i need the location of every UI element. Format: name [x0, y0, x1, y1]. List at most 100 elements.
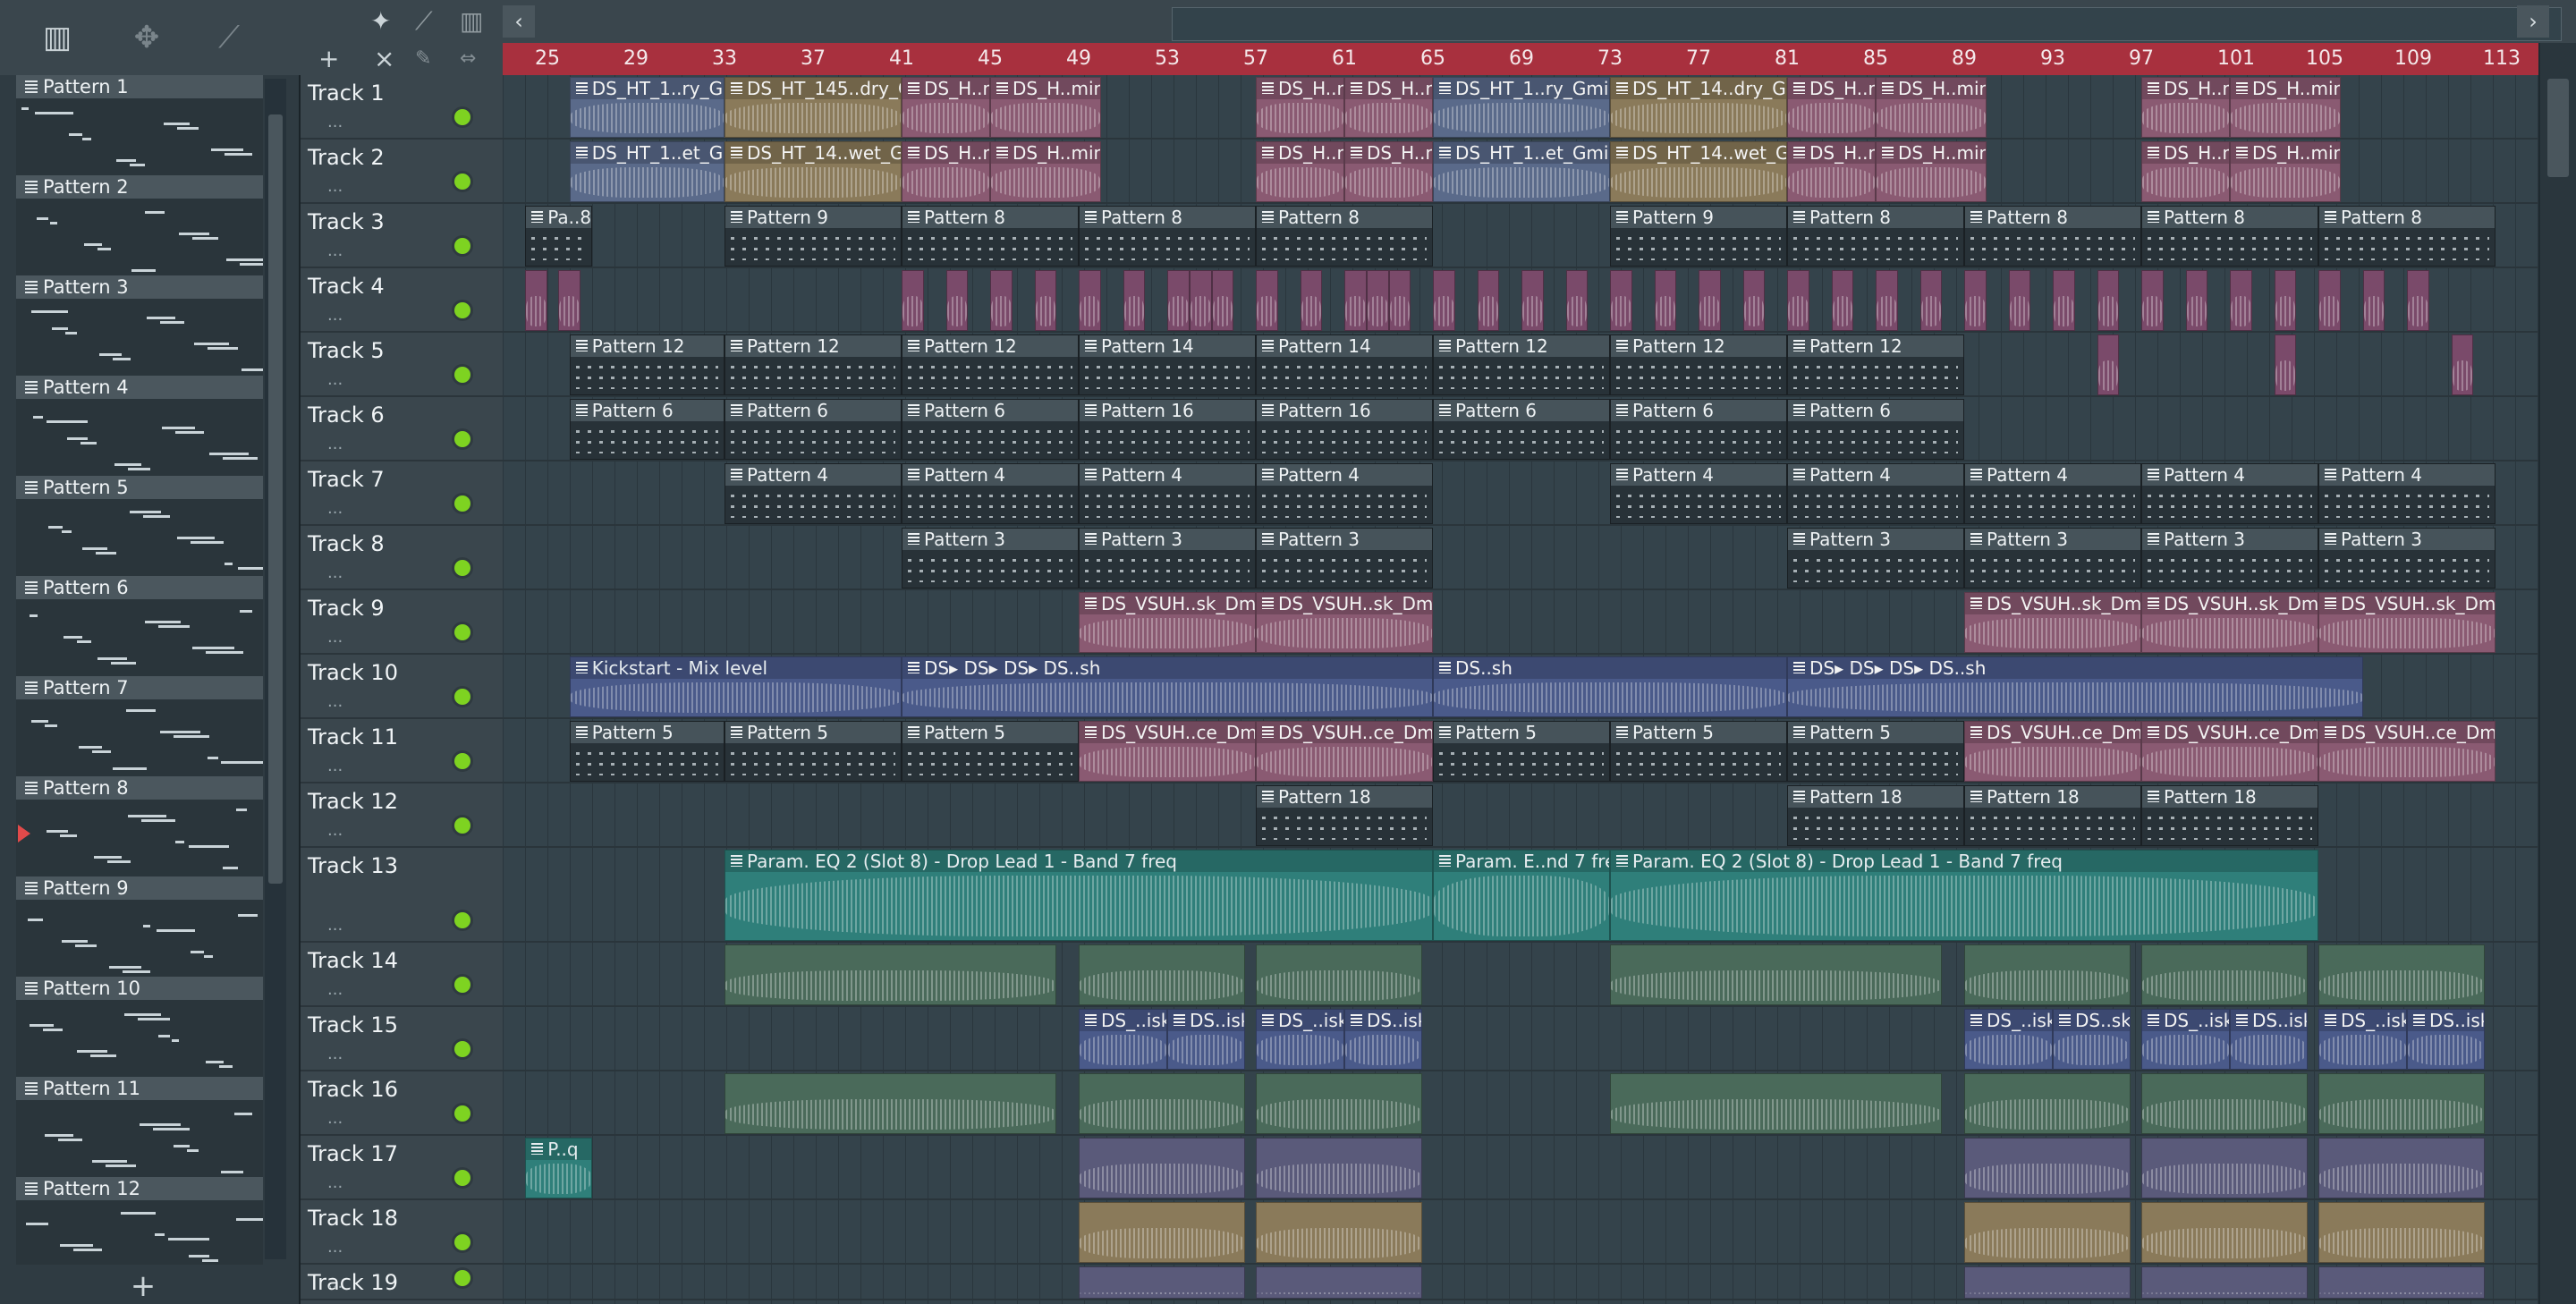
audio-clip[interactable]: DS_VSUH..ce_Dmin — [1079, 721, 1256, 782]
automation-clip[interactable] — [2318, 270, 2341, 331]
audio-clip[interactable]: DS_VSUH..ce_Dmin — [1964, 721, 2141, 782]
audio-clip[interactable] — [1964, 1138, 2131, 1198]
automation-clip[interactable] — [1699, 270, 1721, 331]
track-mute-led[interactable] — [454, 689, 470, 705]
slice-icon[interactable]: ⟋ — [415, 5, 433, 38]
automation-clip[interactable] — [2141, 270, 2164, 331]
audio-clip[interactable]: DS_HT_14..wet_Gm — [724, 141, 902, 202]
automation-clip[interactable] — [2274, 334, 2297, 395]
pattern-item[interactable]: Pattern 1 — [16, 75, 263, 175]
audio-clip[interactable] — [1610, 1073, 1943, 1134]
audio-clip[interactable]: DS_H..m — [1787, 141, 1876, 202]
automation-clip[interactable]: Param. E..nd 7 freq — [1433, 850, 1610, 941]
track-mute-led[interactable] — [454, 560, 470, 576]
automation-clip[interactable]: Param. EQ 2 (Slot 8) - Drop Lead 1 - Ban… — [1610, 850, 2318, 941]
pattern-item[interactable]: Pattern 3 — [16, 275, 263, 376]
automation-clip[interactable] — [1256, 270, 1278, 331]
audio-clip[interactable]: DS_VSUH..ce_Dmin — [2141, 721, 2318, 782]
track-mute-led[interactable] — [454, 238, 470, 254]
audio-clip[interactable]: DS_HT_1..ry_Gmin — [1433, 77, 1610, 138]
automation-clip[interactable] — [990, 270, 1013, 331]
audio-clip[interactable]: DS_VSUH..sk_Dmin — [2141, 592, 2318, 653]
audio-clip[interactable] — [2318, 1266, 2485, 1299]
audio-clip[interactable] — [724, 944, 1057, 1005]
scroll-right-button[interactable]: › — [2517, 5, 2549, 38]
audio-clip[interactable]: DS..sh — [1433, 656, 1787, 717]
audio-clip[interactable]: DS▸ DS▸ DS▸ DS..sh — [902, 656, 1433, 717]
audio-clip[interactable] — [2141, 944, 2308, 1005]
automation-clip[interactable] — [1610, 270, 1632, 331]
audio-clip[interactable]: DS_HT_145..dry_Gm — [724, 77, 902, 138]
pattern-item[interactable]: Pattern 12 — [16, 1177, 263, 1265]
pattern-clip[interactable]: Pattern 12 — [1610, 334, 1787, 395]
audio-clip[interactable]: DS..sk — [2053, 1009, 2131, 1070]
audio-clip[interactable]: DS_HT_14..wet_Gm — [1610, 141, 1787, 202]
piano-roll-icon[interactable]: ▥ — [460, 5, 483, 38]
pattern-clip[interactable]: Pattern 4 — [724, 463, 902, 524]
pattern-clip[interactable]: Pattern 4 — [2141, 463, 2318, 524]
pattern-clip[interactable]: Pattern 4 — [1787, 463, 1964, 524]
automation-clip[interactable] — [902, 270, 924, 331]
playlist-overview[interactable] — [1172, 7, 2562, 41]
audio-clip[interactable]: DS_VSUH..ce_Dmin — [1256, 721, 1433, 782]
pattern-clip[interactable]: Pattern 4 — [1256, 463, 1433, 524]
audio-clip[interactable] — [2141, 1073, 2308, 1134]
pattern-clip[interactable]: Pattern 3 — [1256, 528, 1433, 588]
automation-clip[interactable] — [1344, 270, 1367, 331]
pattern-clip[interactable]: Pattern 8 — [1079, 206, 1256, 267]
pattern-clip[interactable]: Pattern 6 — [1610, 399, 1787, 460]
automation-clip[interactable] — [558, 270, 581, 331]
automation-clip[interactable] — [1300, 270, 1323, 331]
automation-clip[interactable] — [1433, 270, 1455, 331]
automation-clip[interactable]: Param. EQ 2 (Slot 8) - Drop Lead 1 - Ban… — [724, 850, 1433, 941]
pattern-clip[interactable]: Pattern 8 — [1787, 206, 1964, 267]
audio-clip[interactable] — [2318, 944, 2485, 1005]
track-mute-led[interactable] — [454, 1105, 470, 1122]
pattern-clip[interactable]: Pattern 18 — [1256, 785, 1433, 846]
add-pattern-button[interactable]: + — [125, 1268, 161, 1304]
track-mute-led[interactable] — [454, 431, 470, 447]
audio-clip[interactable] — [1610, 944, 1943, 1005]
automation-icon[interactable]: ⟋ — [211, 20, 247, 55]
automation-clip[interactable] — [1079, 270, 1101, 331]
audio-clip[interactable] — [2318, 1073, 2485, 1134]
track-mute-led[interactable] — [454, 174, 470, 190]
pattern-clip[interactable]: Pattern 5 — [902, 721, 1079, 782]
pattern-clip[interactable]: Pattern 5 — [569, 721, 724, 782]
automation-clip[interactable] — [2097, 270, 2120, 331]
audio-clip[interactable]: DS_H..m — [1256, 141, 1344, 202]
audio-clip[interactable] — [1964, 944, 2131, 1005]
piano-icon[interactable]: ▥ — [39, 20, 75, 55]
audio-clip[interactable]: DS_..isk — [2141, 1009, 2230, 1070]
pattern-clip[interactable]: Pattern 3 — [902, 528, 1079, 588]
audio-clip[interactable]: DS_VSUH..sk_Dmin — [1964, 592, 2141, 653]
pattern-clip[interactable]: Pattern 3 — [1079, 528, 1256, 588]
audio-clip[interactable]: DS_H..m — [1344, 77, 1433, 138]
automation-clip[interactable] — [1521, 270, 1544, 331]
audio-clip[interactable]: DS_H..m — [2141, 77, 2230, 138]
audio-clip[interactable] — [1079, 944, 1245, 1005]
audio-clip[interactable] — [1964, 1202, 2131, 1263]
audio-clip[interactable]: DS..isk — [1167, 1009, 1245, 1070]
audio-clip[interactable]: DS_VSUH..sk_Dmin — [2318, 592, 2496, 653]
automation-clip[interactable] — [1211, 270, 1234, 331]
audio-clip[interactable] — [1256, 944, 1422, 1005]
automation-clip[interactable] — [1919, 270, 1943, 331]
pattern-clip[interactable]: Pattern 3 — [1787, 528, 1964, 588]
pattern-clip[interactable]: Pattern 3 — [2141, 528, 2318, 588]
pattern-item[interactable]: Pattern 10 — [16, 977, 263, 1077]
audio-clip[interactable]: DS_H..min — [2230, 77, 2341, 138]
pattern-clip[interactable]: Pattern 4 — [1079, 463, 1256, 524]
pattern-clip[interactable]: Pattern 4 — [2318, 463, 2496, 524]
pattern-item[interactable]: Pattern 4 — [16, 376, 263, 476]
audio-clip[interactable]: DS_HT_14..dry_Gm — [1610, 77, 1787, 138]
pattern-item[interactable]: Pattern 8 — [16, 776, 263, 876]
automation-clip[interactable]: P..q — [525, 1138, 592, 1198]
audio-clip[interactable]: DS_H..m — [902, 141, 990, 202]
pattern-clip[interactable]: Pattern 12 — [724, 334, 902, 395]
audio-clip[interactable] — [1964, 1073, 2131, 1134]
vertical-scrollbar[interactable] — [2540, 43, 2576, 1304]
track-mute-led[interactable] — [454, 495, 470, 512]
audio-clip[interactable]: DS_VSUH..sk_Dmin — [1079, 592, 1256, 653]
audio-clip[interactable] — [1256, 1073, 1422, 1134]
